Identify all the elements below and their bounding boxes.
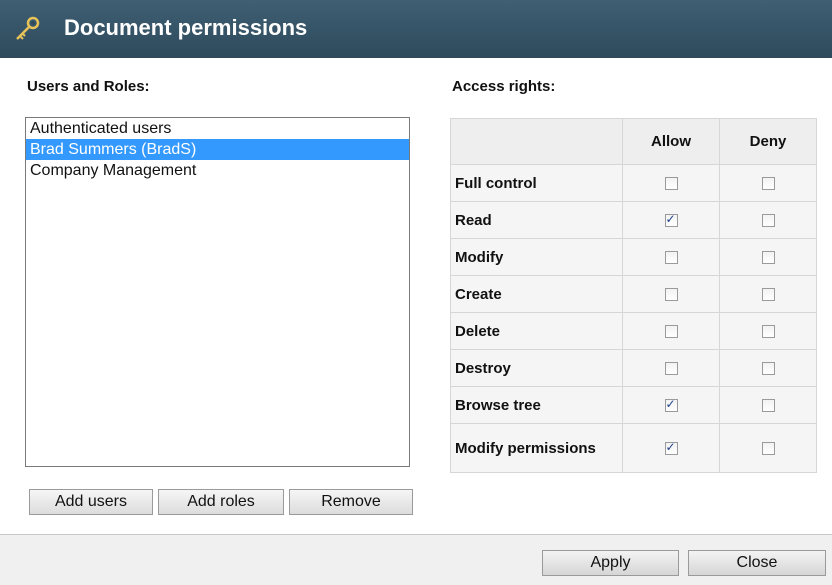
table-row: Delete [450, 312, 817, 350]
allow-checkbox[interactable] [664, 361, 678, 375]
deny-checkbox[interactable] [761, 324, 775, 338]
list-item-company-management[interactable]: Company Management [26, 160, 409, 181]
deny-checkbox[interactable] [761, 361, 775, 375]
allow-checkbox[interactable] [664, 176, 678, 190]
table-row: Browse tree [450, 386, 817, 424]
allow-checkbox[interactable] [664, 324, 678, 338]
table-row: Read [450, 201, 817, 239]
add-users-button[interactable]: Add users [29, 489, 153, 515]
dialog-footer: Apply Close [0, 534, 832, 585]
permission-name: Modify [450, 238, 623, 276]
access-rights-table: Allow Deny Full control Read Modify Crea… [450, 118, 817, 473]
apply-button[interactable]: Apply [542, 550, 679, 576]
add-roles-button[interactable]: Add roles [158, 489, 284, 515]
list-item-brad-summers[interactable]: Brad Summers (BradS) [26, 139, 409, 160]
deny-checkbox[interactable] [761, 176, 775, 190]
deny-checkbox[interactable] [761, 287, 775, 301]
permission-name: Delete [450, 312, 623, 350]
deny-checkbox[interactable] [761, 213, 775, 227]
key-icon [16, 16, 40, 40]
users-roles-label: Users and Roles: [27, 78, 150, 95]
close-button[interactable]: Close [688, 550, 826, 576]
deny-checkbox[interactable] [761, 398, 775, 412]
deny-checkbox[interactable] [761, 250, 775, 264]
access-rights-label: Access rights: [452, 78, 556, 95]
table-row: Destroy [450, 349, 817, 387]
permission-name: Read [450, 201, 623, 239]
allow-checkbox[interactable] [664, 397, 678, 412]
users-roles-list[interactable]: Authenticated users Brad Summers (BradS)… [25, 117, 410, 467]
table-row: Modify permissions [450, 423, 817, 473]
permission-name: Full control [450, 164, 623, 202]
table-row: Create [450, 275, 817, 313]
permission-name: Browse tree [450, 386, 623, 424]
permission-name: Modify permissions [450, 423, 623, 473]
table-row: Full control [450, 164, 817, 202]
permission-name: Create [450, 275, 623, 313]
column-header-deny: Deny [719, 118, 817, 165]
window-title: Document permissions [64, 15, 308, 40]
table-header-row: Allow Deny [450, 118, 817, 165]
allow-checkbox[interactable] [664, 250, 678, 264]
deny-checkbox[interactable] [761, 441, 775, 455]
allow-checkbox[interactable] [664, 287, 678, 301]
table-row: Modify [450, 238, 817, 276]
column-header-name [450, 118, 623, 165]
list-item-authenticated-users[interactable]: Authenticated users [26, 118, 409, 139]
remove-button[interactable]: Remove [289, 489, 413, 515]
allow-checkbox[interactable] [664, 440, 678, 455]
column-header-allow: Allow [622, 118, 720, 165]
allow-checkbox[interactable] [664, 212, 678, 227]
permission-name: Destroy [450, 349, 623, 387]
title-bar: Document permissions [0, 0, 832, 58]
